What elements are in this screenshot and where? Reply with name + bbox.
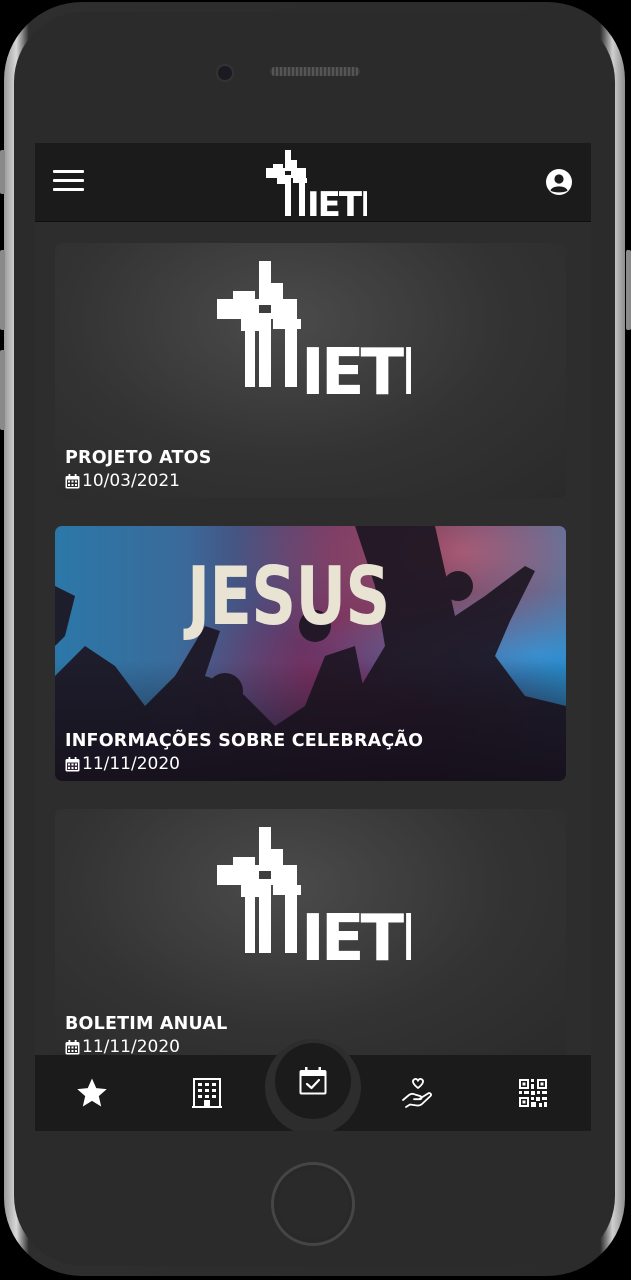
post-image-ietd-logo: IETD <box>217 261 411 402</box>
menu-icon[interactable] <box>53 170 84 192</box>
logo-text: IETD <box>307 185 367 220</box>
user-circle-icon[interactable] <box>546 169 572 195</box>
nav-church[interactable] <box>189 1075 225 1111</box>
post-date: 11/11/2020 <box>65 1037 180 1057</box>
nav-events-fab[interactable] <box>275 1043 351 1119</box>
post-title: INFORMAÇÕES SOBRE CELEBRAÇÃO <box>65 731 424 751</box>
nav-donations[interactable] <box>400 1075 436 1111</box>
calendar-check-icon <box>299 1067 327 1095</box>
post-date: 10/03/2021 <box>65 471 180 491</box>
calendar-icon <box>65 473 80 488</box>
calendar-icon <box>65 1039 80 1054</box>
post-card[interactable]: IETD PROJETO ATOS 10/03/2021 <box>55 243 566 498</box>
post-image-logo-text: IETD <box>301 336 411 402</box>
post-title: BOLETIM ANUAL <box>65 1014 228 1034</box>
post-date: 11/11/2020 <box>65 754 180 774</box>
post-title: PROJETO ATOS <box>65 448 212 468</box>
hand-heart-icon <box>402 1078 432 1108</box>
power-button <box>626 250 631 330</box>
post-card[interactable]: JESUS INFORMAÇÕES SOBRE CELEBRAÇÃO 11/11… <box>55 526 566 781</box>
volume-down-button <box>0 350 5 430</box>
home-button[interactable] <box>271 1162 355 1246</box>
calendar-icon <box>65 756 80 771</box>
building-icon <box>192 1078 222 1108</box>
post-date-text: 11/11/2020 <box>82 754 180 774</box>
post-date-text: 11/11/2020 <box>82 1037 180 1057</box>
star-icon <box>77 1078 107 1107</box>
ietd-logo: IETD <box>266 150 367 220</box>
post-image-logo-text: IETD <box>301 902 411 968</box>
mute-switch <box>0 150 5 194</box>
app-screen: IETD IETD PROJETO ATOS <box>35 143 591 1131</box>
post-image-text: JESUS <box>187 550 390 643</box>
nav-favorites[interactable] <box>74 1075 110 1111</box>
post-image-ietd-logo: IETD <box>217 827 411 968</box>
front-camera <box>216 64 234 82</box>
post-date-text: 10/03/2021 <box>82 471 180 491</box>
post-card[interactable]: IETD BOLETIM ANUAL 11/11/2020 <box>55 809 566 1064</box>
qr-code-icon <box>519 1079 547 1107</box>
top-app-bar: IETD <box>35 143 591 222</box>
nav-qr-code[interactable] <box>515 1075 551 1111</box>
earpiece-speaker <box>270 67 360 76</box>
volume-up-button <box>0 250 5 330</box>
